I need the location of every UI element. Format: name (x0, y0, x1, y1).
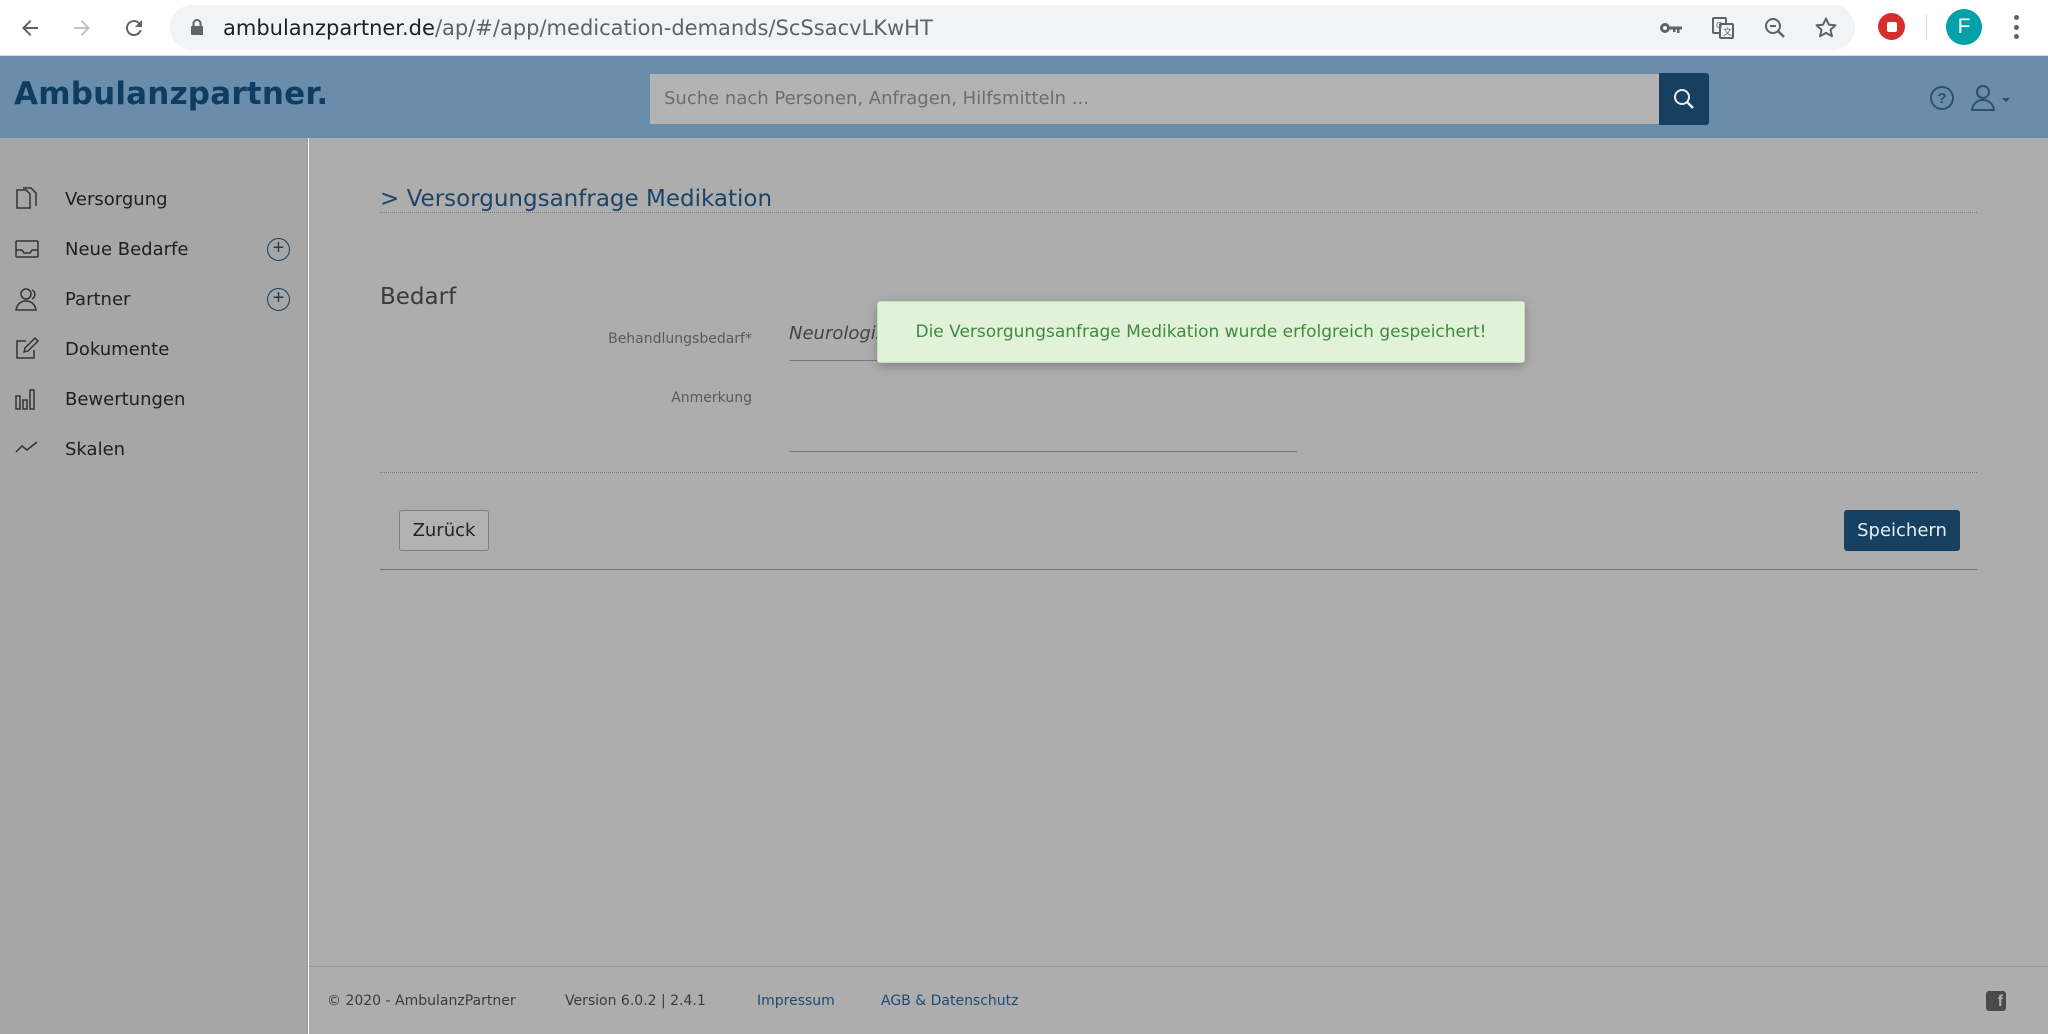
sidebar-item-label: Partner (65, 289, 131, 310)
bedarf-heading: Bedarf (380, 284, 457, 310)
chevron-right-icon: > (380, 186, 400, 212)
footer: © 2020 - AmbulanzPartner Version 6.0.2 |… (309, 966, 2048, 1034)
success-toast[interactable]: Die Versorgungsanfrage Medikation wurde … (877, 301, 1525, 363)
app-header: Ambulanzpartner. Suche nach Personen, An… (0, 56, 2048, 138)
forward-arrow-icon[interactable] (64, 10, 100, 46)
trend-icon (14, 436, 40, 462)
back-button[interactable]: Zurück (399, 510, 489, 551)
sidebar-item-dokumente[interactable]: Dokumente (0, 322, 308, 372)
back-arrow-icon[interactable] (12, 10, 48, 46)
sidebar-item-versorgung[interactable]: Versorgung (0, 172, 308, 222)
sidebar-item-bewertungen[interactable]: Bewertungen (0, 372, 308, 422)
behandlungsbedarf-field[interactable]: Neurologische (789, 323, 889, 344)
partner-icon (14, 286, 40, 312)
browser-toolbar: ambulanzpartner.de/ap/#/app/medication-d… (0, 0, 2048, 56)
user-menu-icon[interactable] (1970, 84, 2014, 112)
sidebar-item-skalen[interactable]: Skalen (0, 422, 308, 472)
section-divider (380, 212, 1977, 213)
sidebar-item-label: Skalen (65, 439, 126, 460)
agb-datenschutz-link[interactable]: AGB & Datenschutz (881, 993, 1019, 1009)
app-logo[interactable]: Ambulanzpartner. (14, 76, 328, 112)
svg-text:G: G (1716, 21, 1722, 30)
main-content: > Versorgungsanfrage Medikation Bedarf B… (309, 138, 2048, 966)
help-icon[interactable]: ? (1930, 86, 1954, 110)
anmerkung-underline (789, 451, 1297, 452)
url-path: /ap/#/app/medication-demands/ScSsacvLKwH… (434, 16, 933, 40)
section-title-text: Versorgungsanfrage Medikation (406, 186, 773, 212)
lock-icon (190, 18, 204, 41)
profile-avatar[interactable]: F (1946, 9, 1982, 45)
add-bedarf-button[interactable]: + (267, 238, 290, 261)
bar-chart-icon (14, 386, 40, 412)
sidebar-item-label: Dokumente (65, 339, 170, 360)
sidebar-item-label: Versorgung (65, 189, 168, 210)
add-partner-button[interactable]: + (267, 288, 290, 311)
reload-icon[interactable] (116, 10, 152, 46)
behandlungsbedarf-underline (789, 360, 889, 361)
sidebar-item-label: Neue Bedarfe (65, 239, 189, 260)
form-divider (380, 472, 1977, 473)
translate-icon[interactable]: 文G (1710, 15, 1736, 41)
anmerkung-label: Anmerkung (671, 390, 752, 406)
footer-version: Version 6.0.2 | 2.4.1 (565, 993, 706, 1009)
behandlungsbedarf-label: Behandlungsbedarf* (608, 331, 752, 347)
documents-icon (14, 186, 40, 212)
key-icon[interactable] (1658, 15, 1684, 41)
form-bottom-line (380, 569, 1977, 570)
search-icon (1674, 89, 1694, 109)
save-button[interactable]: Speichern (1844, 510, 1960, 551)
sidebar-item-partner[interactable]: Partner + (0, 272, 308, 322)
edit-icon (14, 336, 40, 362)
sidebar-item-neue-bedarfe[interactable]: Neue Bedarfe + (0, 222, 308, 272)
impressum-link[interactable]: Impressum (757, 993, 835, 1009)
facebook-icon[interactable]: f (1986, 991, 2006, 1011)
url-text: ambulanzpartner.de/ap/#/app/medication-d… (223, 16, 933, 40)
svg-text:文: 文 (1723, 26, 1732, 38)
sidebar-item-label: Bewertungen (65, 389, 186, 410)
footer-copyright: © 2020 - AmbulanzPartner (327, 993, 516, 1009)
inbox-icon (14, 236, 40, 262)
toolbar-divider (1926, 14, 1927, 40)
section-title[interactable]: > Versorgungsanfrage Medikation (380, 186, 772, 212)
sidebar: Versorgung Neue Bedarfe + Partner + Doku… (0, 138, 308, 1034)
search-input[interactable]: Suche nach Personen, Anfragen, Hilfsmitt… (650, 74, 1660, 124)
menu-icon[interactable] (2006, 12, 2026, 42)
star-icon[interactable] (1813, 15, 1839, 41)
zoom-icon[interactable] (1762, 15, 1788, 41)
stop-extension-icon[interactable] (1878, 13, 1905, 40)
url-host: ambulanzpartner.de (223, 16, 435, 40)
address-bar[interactable]: ambulanzpartner.de/ap/#/app/medication-d… (170, 5, 1855, 50)
search-button[interactable] (1659, 73, 1709, 125)
